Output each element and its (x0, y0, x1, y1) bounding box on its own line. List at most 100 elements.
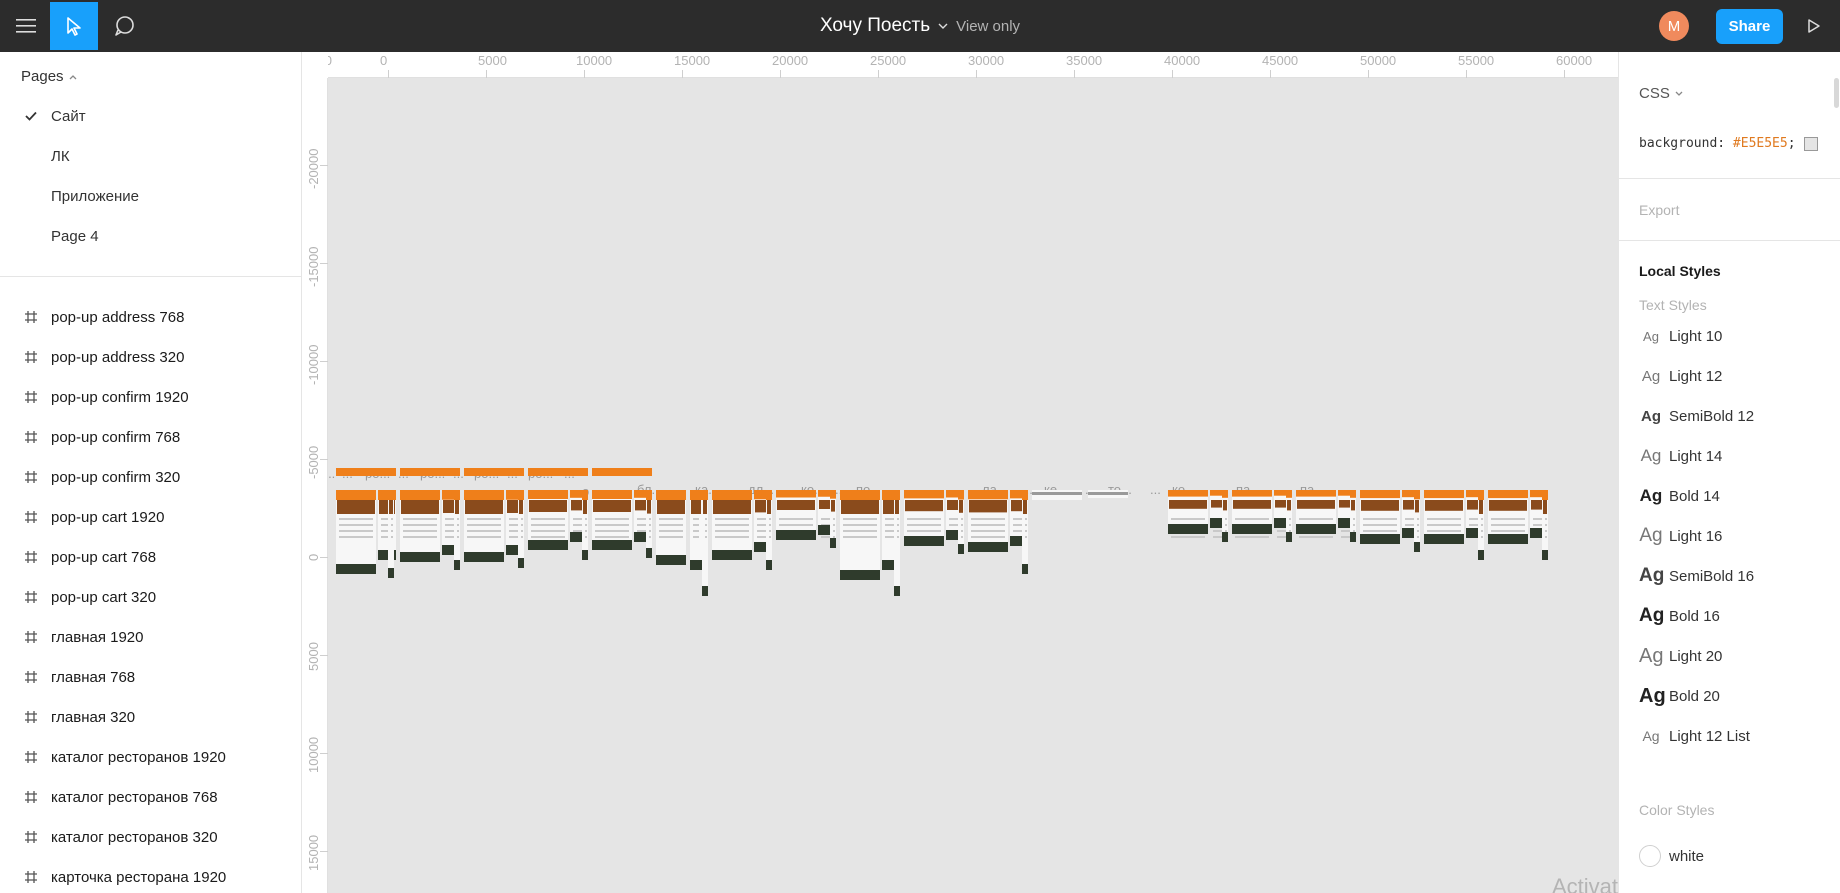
ruler-label-x: 30000 (968, 53, 1005, 68)
design-frame-thumbnail[interactable] (690, 490, 702, 570)
layer-item[interactable]: pop-up confirm 320 (0, 457, 301, 497)
layer-item[interactable]: pop-up confirm 1920 (0, 377, 301, 417)
layer-item[interactable]: карточка ресторана 1920 (0, 857, 301, 893)
css-divider (1619, 178, 1840, 179)
inspector-scrollbar[interactable] (1834, 78, 1839, 108)
text-style-item[interactable]: Ag Light 12 (1619, 356, 1840, 396)
share-button[interactable]: Share (1716, 9, 1783, 44)
user-avatar[interactable]: M (1659, 11, 1689, 41)
layer-item[interactable]: pop-up cart 768 (0, 537, 301, 577)
layer-item[interactable]: главная 320 (0, 697, 301, 737)
text-style-item[interactable]: Ag Light 14 (1619, 436, 1840, 476)
page-item[interactable]: Page 4 (0, 216, 301, 256)
text-style-item[interactable]: Ag Bold 14 (1619, 476, 1840, 516)
layer-item[interactable]: каталог ресторанов 1920 (0, 737, 301, 777)
layer-item[interactable]: главная 1920 (0, 617, 301, 657)
design-frame-thumbnail[interactable] (776, 490, 816, 540)
design-frame-thumbnail[interactable] (1168, 490, 1208, 538)
text-style-icon: Ag (1639, 525, 1663, 546)
layer-item[interactable]: pop-up confirm 768 (0, 417, 301, 457)
text-style-item[interactable]: Ag SemiBold 12 (1619, 396, 1840, 436)
css-tab-dropdown[interactable]: CSS (1639, 85, 1684, 102)
design-frame-thumbnail[interactable] (968, 490, 1008, 552)
design-frame-thumbnail[interactable] (712, 490, 752, 560)
design-frame-thumbnail[interactable] (1424, 490, 1464, 544)
design-frame-thumbnail[interactable] (1022, 490, 1028, 574)
page-item[interactable]: Приложение (0, 176, 301, 216)
design-frame-thumbnail[interactable] (656, 490, 686, 565)
design-frame-thumbnail[interactable] (592, 490, 632, 550)
design-frame-thumbnail[interactable] (830, 490, 836, 548)
layer-item[interactable]: pop-up address 320 (0, 337, 301, 377)
color-style-item[interactable]: white (1619, 836, 1840, 876)
layer-item-label: pop-up address 768 (51, 308, 185, 326)
file-title-group[interactable]: Хочу Поесть View only (820, 15, 1020, 37)
frame-hash-icon (24, 350, 38, 369)
text-style-item[interactable]: Ag Light 20 (1619, 636, 1840, 676)
css-value[interactable]: #E5E5E5 (1733, 136, 1788, 151)
design-frame-thumbnail[interactable] (1478, 490, 1484, 560)
design-frame-thumbnail[interactable] (766, 490, 772, 570)
text-style-item[interactable]: Ag SemiBold 16 (1619, 556, 1840, 596)
design-frame-thumbnail[interactable] (1350, 490, 1356, 542)
page-item[interactable]: ЛК (0, 136, 301, 176)
text-style-item[interactable]: Ag Light 16 (1619, 516, 1840, 556)
design-frame-thumbnail[interactable] (582, 490, 588, 560)
text-style-item[interactable]: Ag Light 12 List (1619, 716, 1840, 756)
chevron-down-icon[interactable] (938, 22, 948, 30)
text-style-label: SemiBold 12 (1669, 407, 1755, 425)
design-frame-thumbnail[interactable] (464, 490, 504, 562)
design-frame-thumbnail[interactable] (646, 490, 652, 558)
file-title[interactable]: Хочу Поесть (820, 15, 930, 37)
inspector-panel: CSS background: #E5E5E5; Export Local St… (1618, 52, 1840, 893)
design-frame-thumbnail[interactable] (1032, 490, 1082, 500)
ruler-label-x: 55000 (1458, 53, 1495, 68)
design-frame-thumbnail[interactable] (336, 490, 376, 574)
text-style-item[interactable]: Ag Bold 20 (1619, 676, 1840, 716)
design-frame-thumbnail[interactable] (702, 490, 708, 596)
design-frame-thumbnail[interactable] (1542, 490, 1548, 560)
page-item[interactable]: Сайт (0, 96, 301, 136)
design-frame-thumbnail[interactable] (1360, 490, 1400, 544)
move-tool-button[interactable] (50, 2, 98, 50)
text-style-label: SemiBold 16 (1669, 567, 1755, 585)
text-style-icon: Ag (1639, 644, 1664, 667)
text-style-item[interactable]: Ag Bold 16 (1619, 596, 1840, 636)
layer-item[interactable]: pop-up cart 1920 (0, 497, 301, 537)
design-frame-thumbnail[interactable] (1088, 490, 1128, 498)
ruler-label-y: 15000 (306, 834, 321, 871)
export-section-label[interactable]: Export (1639, 202, 1679, 218)
layer-item[interactable]: каталог ресторанов 768 (0, 777, 301, 817)
comment-tool-button[interactable] (100, 2, 148, 50)
design-frame-thumbnail[interactable] (894, 490, 900, 596)
design-frame-thumbnail[interactable] (518, 490, 524, 568)
text-style-item[interactable]: Ag Light 10 (1619, 316, 1840, 356)
layer-item-label: pop-up cart 768 (51, 548, 157, 566)
design-frame-thumbnail[interactable] (1222, 490, 1228, 542)
design-frame-thumbnail[interactable] (1286, 490, 1292, 542)
ruler-label-x: 10000 (576, 53, 613, 68)
design-frame-thumbnail[interactable] (388, 490, 394, 578)
design-frame-thumbnail[interactable] (454, 490, 460, 570)
main-menu-button[interactable] (2, 2, 50, 50)
design-frame-thumbnail[interactable] (1296, 490, 1336, 538)
design-frame-thumbnail[interactable] (400, 490, 440, 562)
ruler-label-y: 0 (306, 553, 321, 561)
layer-item[interactable]: каталог ресторанов 320 (0, 817, 301, 857)
design-frame-thumbnail[interactable] (1232, 490, 1272, 538)
design-frame-thumbnail[interactable] (958, 490, 964, 554)
design-frame-thumbnail[interactable] (1414, 490, 1420, 552)
canvas[interactable]: ро......ро......ро......ро......ро......… (302, 52, 1618, 893)
design-frame-thumbnail[interactable] (904, 490, 944, 546)
pages-header[interactable]: Pages (21, 68, 78, 85)
design-frame-thumbnail[interactable] (840, 490, 880, 580)
vertical-ruler: -20000 -15000 -10000 -5000 0 5000 10000 15000 (302, 52, 328, 893)
frames-thumbnails (336, 468, 1548, 596)
design-frame-thumbnail[interactable] (1488, 490, 1528, 544)
layer-item[interactable]: pop-up cart 320 (0, 577, 301, 617)
layer-item[interactable]: pop-up address 768 (0, 297, 301, 337)
present-button[interactable] (1800, 12, 1828, 40)
layer-item[interactable]: главная 768 (0, 657, 301, 697)
design-frame-thumbnail[interactable] (528, 490, 568, 550)
ruler-label-x: 50000 (1360, 53, 1397, 68)
